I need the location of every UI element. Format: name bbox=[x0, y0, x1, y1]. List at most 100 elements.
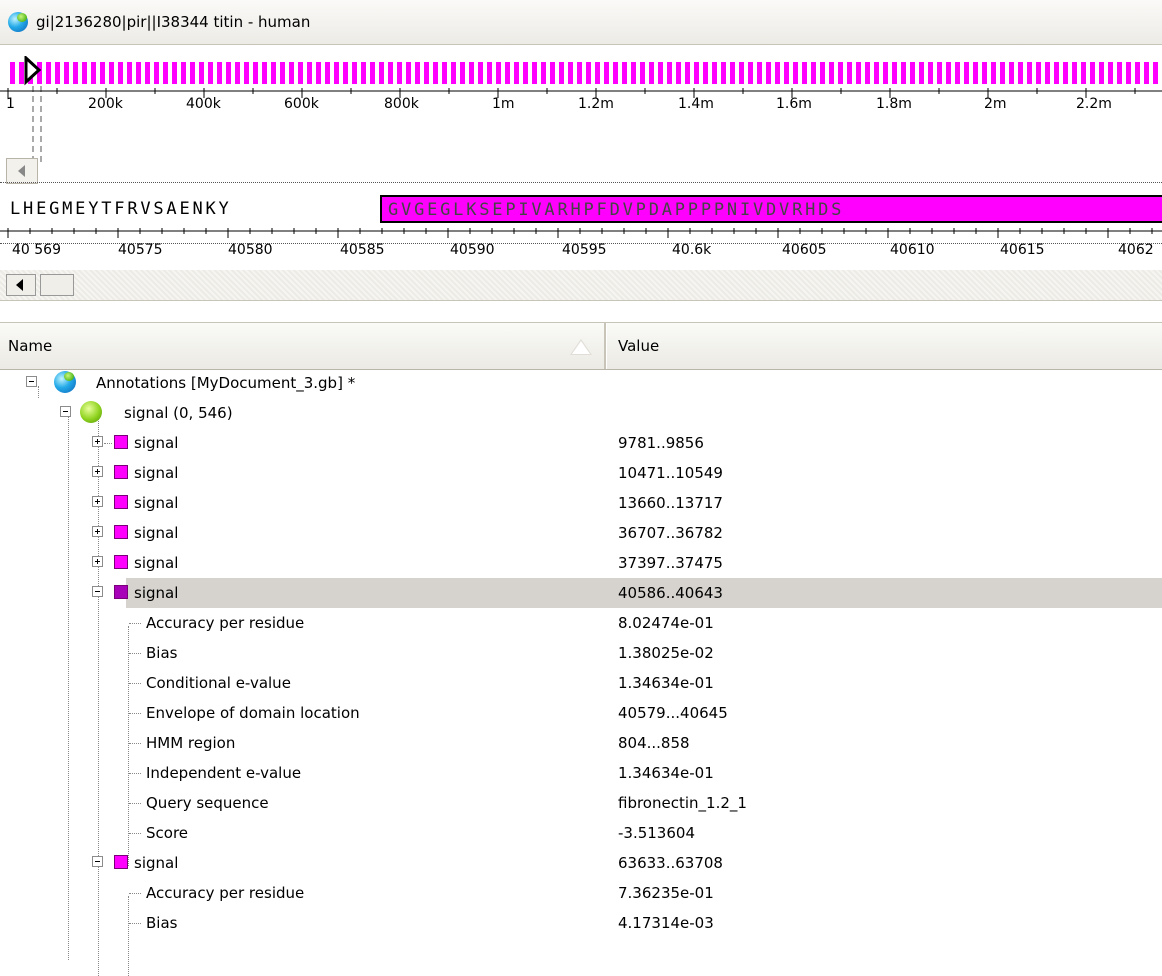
ruler-label: 800k bbox=[384, 96, 419, 112]
scroll-left-button[interactable] bbox=[6, 274, 36, 296]
magenta-square-icon bbox=[114, 555, 128, 569]
annotation-stripe bbox=[676, 62, 681, 84]
tree-connector bbox=[129, 623, 141, 624]
overview-scroll-left-button[interactable] bbox=[6, 158, 38, 184]
annotation-stripe bbox=[361, 62, 366, 84]
annotation-stripe bbox=[280, 62, 285, 84]
scrollbar-thumb[interactable] bbox=[40, 274, 74, 296]
ruler-label: 2m bbox=[984, 96, 1007, 112]
annotation-stripe bbox=[82, 62, 87, 84]
annotation-stripe bbox=[46, 62, 51, 84]
overview-panel[interactable]: 1 200k 400k 600k 800k 1m 1.2m 1.4m 1.6m … bbox=[0, 46, 1162, 184]
ruler-label: 1.4m bbox=[678, 96, 714, 112]
tree-row[interactable]: signal 13660..13717 bbox=[0, 488, 1162, 518]
expand-icon[interactable] bbox=[92, 466, 103, 477]
tree-row[interactable]: signal 37397..37475 bbox=[0, 548, 1162, 578]
collapse-icon[interactable] bbox=[60, 406, 71, 417]
tree-row-root[interactable]: Annotations [MyDocument_3.gb] * bbox=[0, 368, 1162, 398]
annotation-stripe bbox=[514, 62, 519, 84]
annotation-stripe bbox=[190, 62, 195, 84]
annotation-stripe bbox=[262, 62, 267, 84]
tree-row[interactable]: signal 36707..36782 bbox=[0, 518, 1162, 548]
annotation-stripe bbox=[577, 62, 582, 84]
annotation-stripe bbox=[1090, 62, 1095, 84]
selected-annotation-region[interactable]: GVGEGLKSEPIVARHPFDVPDAPPPPNIVDVRHDS bbox=[380, 195, 1162, 223]
ruler-label: 400k bbox=[186, 96, 221, 112]
annotation-stripe bbox=[217, 62, 222, 84]
annotation-stripe bbox=[712, 62, 717, 84]
tree-row[interactable]: signal 63633..63708 bbox=[0, 848, 1162, 878]
qualifier-name: Accuracy per residue bbox=[146, 614, 305, 632]
annotation-stripe bbox=[370, 62, 375, 84]
ruler-label: 2.2m bbox=[1076, 96, 1112, 112]
tree-row-label: Annotations [MyDocument_3.gb] * bbox=[96, 374, 356, 392]
annotation-stripe bbox=[226, 62, 231, 84]
qualifier-row[interactable]: Query sequence fibronectin_1.2_1 bbox=[0, 788, 1162, 818]
qualifier-row[interactable]: Conditional e-value 1.34634e-01 bbox=[0, 668, 1162, 698]
ruler-label: 40575 bbox=[118, 242, 163, 258]
qualifier-row[interactable]: Score -3.513604 bbox=[0, 818, 1162, 848]
annotation-stripe bbox=[289, 62, 294, 84]
name-column-header[interactable]: Name bbox=[8, 337, 52, 355]
tree-row-selected[interactable]: signal 40586..40643 bbox=[0, 578, 1162, 608]
tree-row-value: 63633..63708 bbox=[618, 854, 723, 872]
expand-icon[interactable] bbox=[92, 526, 103, 537]
tree-row-label: signal bbox=[134, 584, 179, 602]
annotation-stripe bbox=[415, 62, 420, 84]
qualifier-value: 1.34634e-01 bbox=[618, 674, 714, 692]
qualifier-row[interactable]: Envelope of domain location 40579...4064… bbox=[0, 698, 1162, 728]
annotation-stripe bbox=[1081, 62, 1086, 84]
annotation-stripe bbox=[964, 62, 969, 84]
sequence-horizontal-scrollbar[interactable] bbox=[0, 270, 1162, 301]
qualifier-value: fibronectin_1.2_1 bbox=[618, 794, 747, 812]
magenta-square-icon bbox=[114, 585, 128, 599]
annotation-stripe bbox=[1135, 62, 1140, 84]
tree-row[interactable]: signal 9781..9856 bbox=[0, 428, 1162, 458]
tree-row-value: 40586..40643 bbox=[618, 584, 723, 602]
sort-ascending-icon[interactable] bbox=[570, 339, 592, 355]
value-column-header[interactable]: Value bbox=[618, 337, 659, 355]
qualifier-value: 4.17314e-03 bbox=[618, 914, 714, 932]
annotation-stripe bbox=[307, 62, 312, 84]
tree-row-group[interactable]: signal (0, 546) bbox=[0, 398, 1162, 428]
annotation-stripe bbox=[460, 62, 465, 84]
expand-icon[interactable] bbox=[92, 556, 103, 567]
qualifier-row[interactable]: Independent e-value 1.34634e-01 bbox=[0, 758, 1162, 788]
tree-row[interactable]: signal 10471..10549 bbox=[0, 458, 1162, 488]
annotation-stripe bbox=[325, 62, 330, 84]
annotation-stripe bbox=[352, 62, 357, 84]
qualifier-row[interactable]: HMM region 804...858 bbox=[0, 728, 1162, 758]
collapse-icon[interactable] bbox=[92, 586, 103, 597]
annotation-stripe bbox=[433, 62, 438, 84]
annotation-stripe bbox=[451, 62, 456, 84]
expand-icon[interactable] bbox=[92, 436, 103, 447]
qualifier-value: 8.02474e-01 bbox=[618, 614, 714, 632]
annotation-stripe bbox=[559, 62, 564, 84]
scroll-left-arrow-icon bbox=[16, 279, 23, 291]
collapse-icon[interactable] bbox=[92, 856, 103, 867]
annotation-tree[interactable]: Annotations [MyDocument_3.gb] * signal (… bbox=[0, 368, 1162, 976]
qualifier-row[interactable]: Accuracy per residue 8.02474e-01 bbox=[0, 608, 1162, 638]
qualifier-row[interactable]: Bias 1.38025e-02 bbox=[0, 638, 1162, 668]
annotation-stripe bbox=[343, 62, 348, 84]
qualifier-row[interactable]: Bias 4.17314e-03 bbox=[0, 908, 1162, 938]
highlighted-sequence-text: GVGEGLKSEPIVARHPFDVPDAPPPPNIVDVRHDS bbox=[388, 200, 845, 220]
annotation-stripe bbox=[424, 62, 429, 84]
qualifier-row[interactable]: Accuracy per residue 7.36235e-01 bbox=[0, 878, 1162, 908]
overview-cursor-marker[interactable] bbox=[24, 56, 42, 88]
ruler-label: 40.6k bbox=[672, 242, 712, 258]
collapse-icon[interactable] bbox=[26, 376, 37, 387]
tree-row-value: 36707..36782 bbox=[618, 524, 723, 542]
annotation-stripe bbox=[667, 62, 672, 84]
annotation-stripe bbox=[883, 62, 888, 84]
annotation-stripe bbox=[802, 62, 807, 84]
annotation-stripe bbox=[1018, 62, 1023, 84]
ruler-label: 4062 bbox=[1118, 242, 1154, 258]
tree-connector bbox=[129, 893, 141, 894]
column-divider[interactable] bbox=[604, 323, 607, 369]
overview-ruler: 1 200k 400k 600k 800k 1m 1.2m 1.4m 1.6m … bbox=[0, 88, 1162, 116]
expand-icon[interactable] bbox=[92, 496, 103, 507]
tree-row-value: 37397..37475 bbox=[618, 554, 723, 572]
annotation-stripe bbox=[271, 62, 276, 84]
qualifier-name: Query sequence bbox=[146, 794, 269, 812]
